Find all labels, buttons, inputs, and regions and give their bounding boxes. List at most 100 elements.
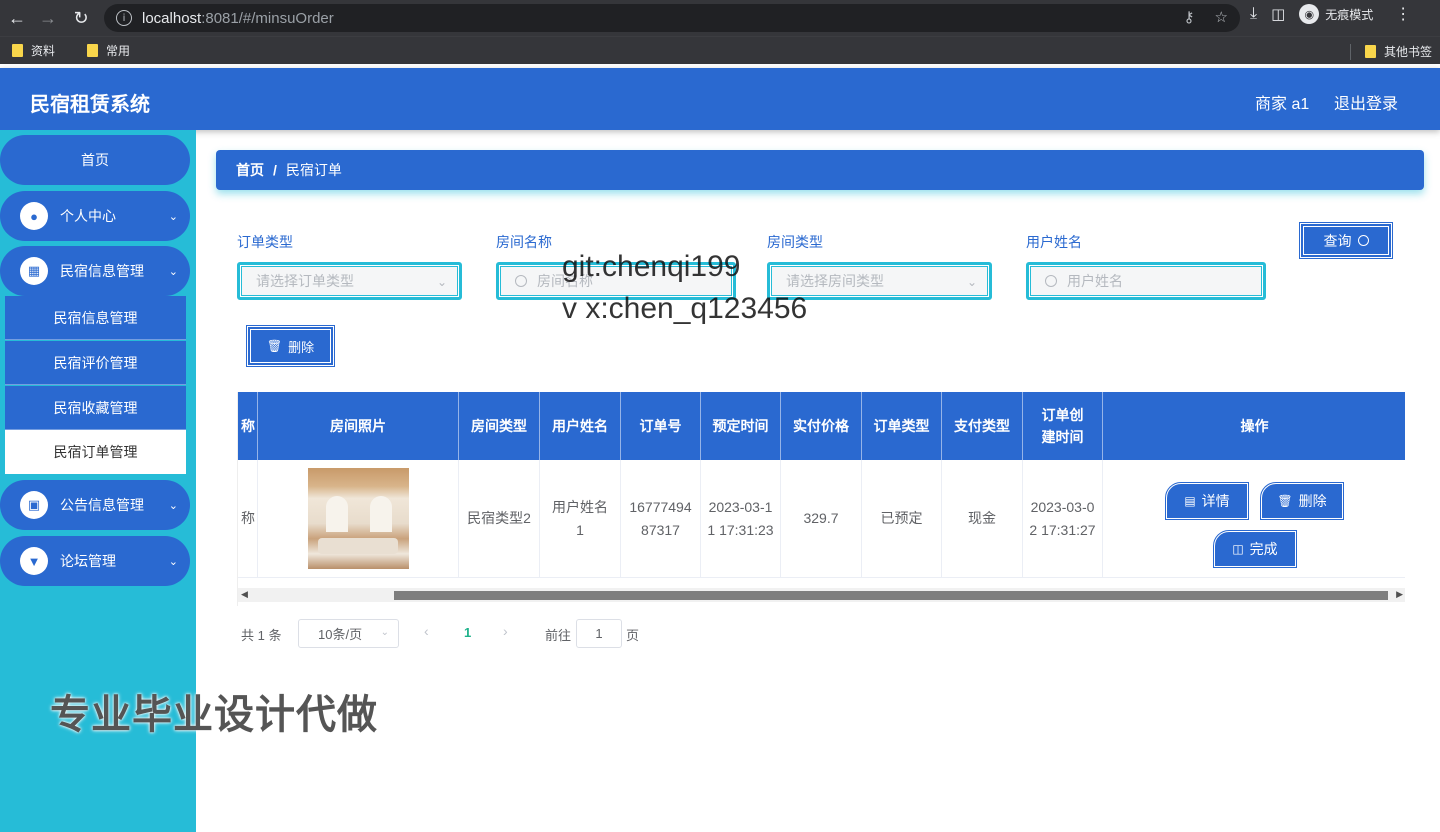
sidebar-item-label: 公告信息管理 bbox=[60, 497, 144, 513]
page-number-current[interactable]: 1 bbox=[464, 625, 471, 640]
order-type-select[interactable]: 请选择订单类型 ⌄ bbox=[237, 262, 462, 300]
app-header: 民宿租赁系统 商家 a1 退出登录 bbox=[0, 68, 1440, 130]
sidebar-item-minsu-info[interactable]: ▦ 民宿信息管理 ⌄ bbox=[0, 246, 190, 296]
sidebar-item-label: 个人中心 bbox=[60, 208, 116, 224]
bookmark-folder-ziliao[interactable]: 资料 bbox=[12, 42, 55, 59]
complete-button[interactable]: ◫ 完成 bbox=[1213, 530, 1297, 568]
app-title: 民宿租赁系统 bbox=[30, 94, 150, 116]
column-header-room-type: 房间类型 bbox=[459, 392, 540, 460]
query-button[interactable]: 查询 bbox=[1299, 222, 1393, 259]
user-icon: ● bbox=[20, 202, 48, 230]
watermark-ad: 专业毕业设计代做 bbox=[50, 693, 378, 737]
room-name-label: 房间名称 bbox=[496, 234, 552, 250]
chevron-down-icon: ⌄ bbox=[168, 499, 178, 512]
column-header-order-no: 订单号 bbox=[621, 392, 701, 460]
user-name-label: 用户姓名 bbox=[1026, 234, 1082, 250]
delete-button-label: 删除 bbox=[288, 339, 315, 355]
site-info-icon[interactable]: i bbox=[116, 10, 132, 26]
chevron-down-icon: ⌄ bbox=[168, 210, 178, 223]
incognito-label: 无痕模式 bbox=[1325, 7, 1374, 22]
sidebar-item-label: 民宿信息管理 bbox=[60, 263, 144, 279]
page-size-select[interactable]: 10条/页 ⌄ bbox=[298, 619, 399, 648]
detail-button[interactable]: ▤ 详情 bbox=[1165, 482, 1249, 520]
key-icon[interactable]: ⚷ bbox=[1184, 8, 1195, 26]
sidebar-item-label: 论坛管理 bbox=[60, 553, 116, 569]
room-photo-image[interactable] bbox=[307, 468, 409, 569]
watermark-git: git:chenqi199 bbox=[562, 250, 741, 283]
folder-icon bbox=[87, 44, 99, 57]
sidebar-item-label: 首页 bbox=[81, 152, 109, 168]
bookmark-star-icon[interactable]: ☆ bbox=[1215, 8, 1228, 26]
prev-page-icon[interactable]: ‹ bbox=[424, 623, 429, 639]
order-type-placeholder: 请选择订单类型 bbox=[256, 273, 354, 289]
cell-reserve-time: 2023-03-11 17:31:23 bbox=[701, 460, 781, 578]
breadcrumb-separator: / bbox=[273, 162, 277, 178]
trash-icon: 🗑 bbox=[1277, 494, 1293, 508]
cell-room-photo bbox=[258, 460, 459, 578]
goto-prefix: 前往 bbox=[545, 628, 572, 643]
user-name-input[interactable]: 用户姓名 bbox=[1026, 262, 1266, 300]
monitor-icon: ▣ bbox=[20, 491, 48, 519]
page-size-value: 10条/页 bbox=[318, 627, 363, 642]
column-header-pay-type: 支付类型 bbox=[942, 392, 1023, 460]
document-icon: ▤ bbox=[1184, 494, 1196, 508]
back-icon[interactable]: ← bbox=[2, 3, 32, 33]
sidebar-item-notice[interactable]: ▣ 公告信息管理 ⌄ bbox=[0, 480, 190, 530]
logout-link[interactable]: 退出登录 bbox=[1334, 90, 1398, 114]
url-host: localhost bbox=[142, 9, 202, 27]
scroll-right-arrow-icon[interactable]: ▶ bbox=[1396, 589, 1403, 600]
bookmarks-bar: 资料 常用 其他书签 bbox=[0, 36, 1440, 64]
sidebar-item-forum[interactable]: ▼ 论坛管理 ⌄ bbox=[0, 536, 190, 586]
bookmark-folder-changyong[interactable]: 常用 bbox=[87, 42, 130, 59]
trash-icon: 🗑 bbox=[266, 339, 283, 353]
scrollbar-thumb[interactable] bbox=[394, 591, 1388, 600]
goto-page-input[interactable]: 1 bbox=[576, 619, 622, 648]
batch-delete-button[interactable]: 🗑 删除 bbox=[246, 325, 335, 367]
row-delete-button[interactable]: 🗑 删除 bbox=[1260, 482, 1344, 520]
column-header-price: 实付价格 bbox=[781, 392, 862, 460]
chevron-down-icon: ⌄ bbox=[168, 555, 178, 568]
cell-user-name: 用户姓名1 bbox=[540, 460, 621, 578]
incognito-indicator[interactable]: ◉ 无痕模式 bbox=[1299, 4, 1373, 24]
reload-icon[interactable]: ↻ bbox=[66, 3, 96, 33]
folder-icon bbox=[12, 44, 23, 57]
menu-kebab-icon[interactable]: ⋮ bbox=[1395, 4, 1411, 24]
cell-created-time: 2023-03-02 17:31:27 bbox=[1023, 460, 1103, 578]
other-bookmarks[interactable]: 其他书签 bbox=[1349, 43, 1432, 60]
next-page-icon[interactable]: › bbox=[503, 623, 508, 639]
browser-toolbar: ← → ↻ i localhost:8081/#/minsuOrder ⚷ ☆ … bbox=[0, 0, 1440, 36]
column-header-room-name-partial: 称 bbox=[238, 392, 258, 460]
sidebar-item-home[interactable]: 首页 bbox=[0, 135, 190, 185]
url-path: :8081/#/minsuOrder bbox=[201, 9, 334, 27]
breadcrumb: 首页 / 民宿订单 bbox=[216, 150, 1424, 190]
cell-room-name-partial: 称 bbox=[238, 460, 258, 578]
forward-icon[interactable]: → bbox=[33, 3, 63, 33]
column-header-room-photo: 房间照片 bbox=[258, 392, 459, 460]
horizontal-scrollbar[interactable]: ◀ ▶ bbox=[238, 588, 1405, 602]
side-panel-icon[interactable]: ◫ bbox=[1271, 5, 1285, 23]
breadcrumb-current: 民宿订单 bbox=[285, 162, 342, 178]
breadcrumb-home[interactable]: 首页 bbox=[236, 160, 264, 180]
search-icon bbox=[515, 275, 527, 287]
scroll-left-arrow-icon[interactable]: ◀ bbox=[241, 589, 248, 600]
chevron-down-icon: ⌄ bbox=[380, 627, 389, 638]
cell-pay-type: 现金 bbox=[942, 460, 1023, 578]
detail-button-label: 详情 bbox=[1201, 493, 1230, 509]
chevron-down-icon: ⌄ bbox=[168, 265, 178, 278]
column-header-reserve-time: 预定时间 bbox=[701, 392, 781, 460]
query-button-label: 查询 bbox=[1323, 232, 1352, 249]
sidebar-subitem-minsu-info[interactable]: 民宿信息管理 bbox=[5, 296, 186, 340]
sidebar-subitem-minsu-favorite[interactable]: 民宿收藏管理 bbox=[5, 386, 186, 430]
download-icon[interactable]: ⤓ bbox=[1250, 5, 1257, 23]
folder-icon bbox=[1364, 45, 1376, 58]
sidebar-subitem-minsu-order[interactable]: 民宿订单管理 bbox=[5, 430, 186, 474]
address-bar[interactable]: i localhost:8081/#/minsuOrder ⚷ ☆ bbox=[104, 4, 1240, 32]
search-icon bbox=[1357, 235, 1369, 246]
incognito-icon: ◉ bbox=[1299, 4, 1320, 24]
column-header-user-name: 用户姓名 bbox=[540, 392, 621, 460]
cell-order-no: 1677749487317 bbox=[621, 460, 701, 578]
cell-price: 329.7 bbox=[781, 460, 862, 578]
book-icon: ◫ bbox=[1232, 542, 1244, 556]
sidebar-subitem-minsu-review[interactable]: 民宿评价管理 bbox=[5, 341, 186, 385]
sidebar-item-personal[interactable]: ● 个人中心 ⌄ bbox=[0, 191, 190, 241]
